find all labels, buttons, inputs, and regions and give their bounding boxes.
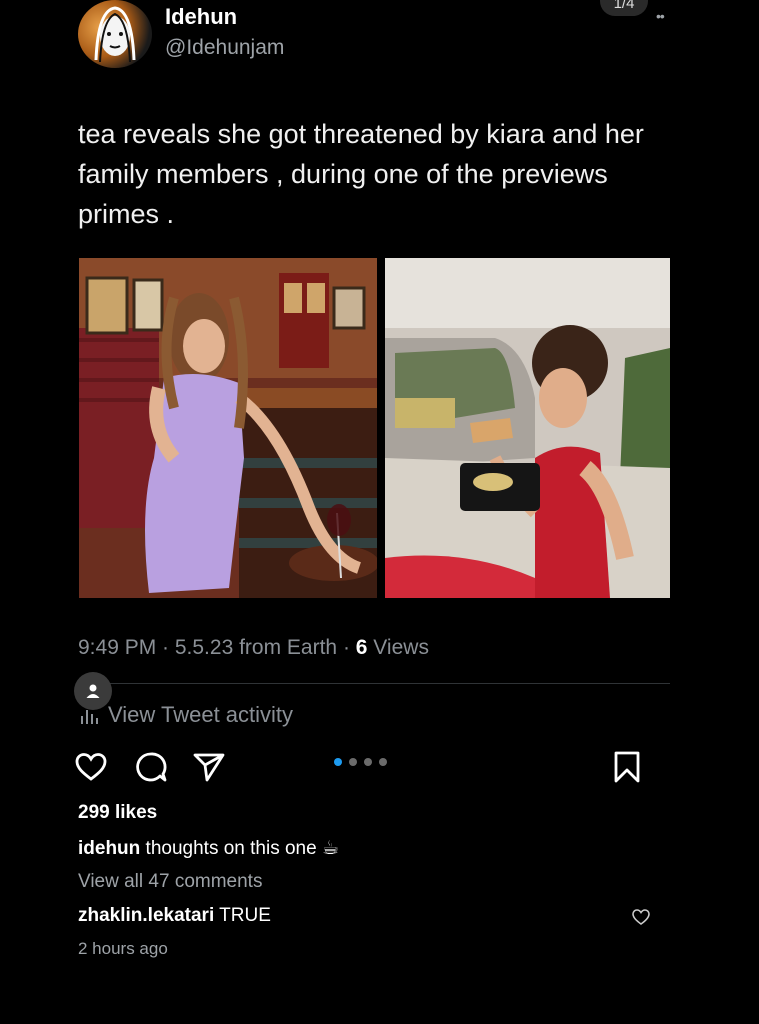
carousel-dot[interactable] [334, 758, 342, 766]
view-all-comments-link[interactable]: View all 47 comments [78, 871, 262, 893]
user-handle[interactable]: @Idehunjam [165, 36, 284, 60]
activity-label: View Tweet activity [108, 702, 294, 727]
tweet-meta: 9:49 PM · 5.5.23 from Earth · 6 Views [78, 636, 429, 660]
carousel-dot[interactable] [349, 758, 357, 766]
avatar[interactable] [78, 0, 152, 68]
carousel-indicator [334, 758, 387, 766]
comment-text: TRUE [214, 905, 271, 926]
views-count: 6 [355, 636, 368, 659]
likes-count[interactable]: 299 likes [78, 802, 157, 824]
bookmark-icon[interactable] [610, 750, 644, 784]
caption-username[interactable]: idehun [78, 838, 140, 859]
carousel-dot[interactable] [379, 758, 387, 766]
page-counter-badge: 1/4 [600, 0, 648, 16]
comment-heart-icon[interactable] [631, 907, 651, 927]
tweet-photo-2[interactable] [385, 258, 670, 598]
comment-timestamp: 2 hours ago [78, 939, 168, 958]
heart-icon[interactable] [74, 750, 108, 784]
display-name[interactable]: Idehun [165, 4, 237, 30]
caption-text: thoughts on this one ☕ [140, 838, 340, 859]
comment-username[interactable]: zhaklin.lekatari [78, 905, 214, 926]
view-tweet-activity-link[interactable]: View Tweet activity [78, 702, 293, 728]
caption: idehun thoughts on this one ☕ [78, 837, 339, 860]
divider [90, 683, 670, 684]
more-options-icon[interactable]: •• [656, 8, 665, 24]
views-label: Views [367, 636, 429, 659]
carousel-dot[interactable] [364, 758, 372, 766]
tweet-text: tea reveals she got threatened by kiara … [78, 119, 644, 229]
comment-bubble-icon[interactable] [134, 750, 168, 784]
paper-plane-icon[interactable] [192, 750, 226, 784]
comment: zhaklin.lekatari TRUE [78, 905, 271, 927]
tweet-timestamp-source: 9:49 PM · 5.5.23 from Earth · [78, 636, 356, 659]
bar-chart-icon [81, 710, 98, 724]
tweet-photo-1[interactable] [79, 258, 377, 598]
